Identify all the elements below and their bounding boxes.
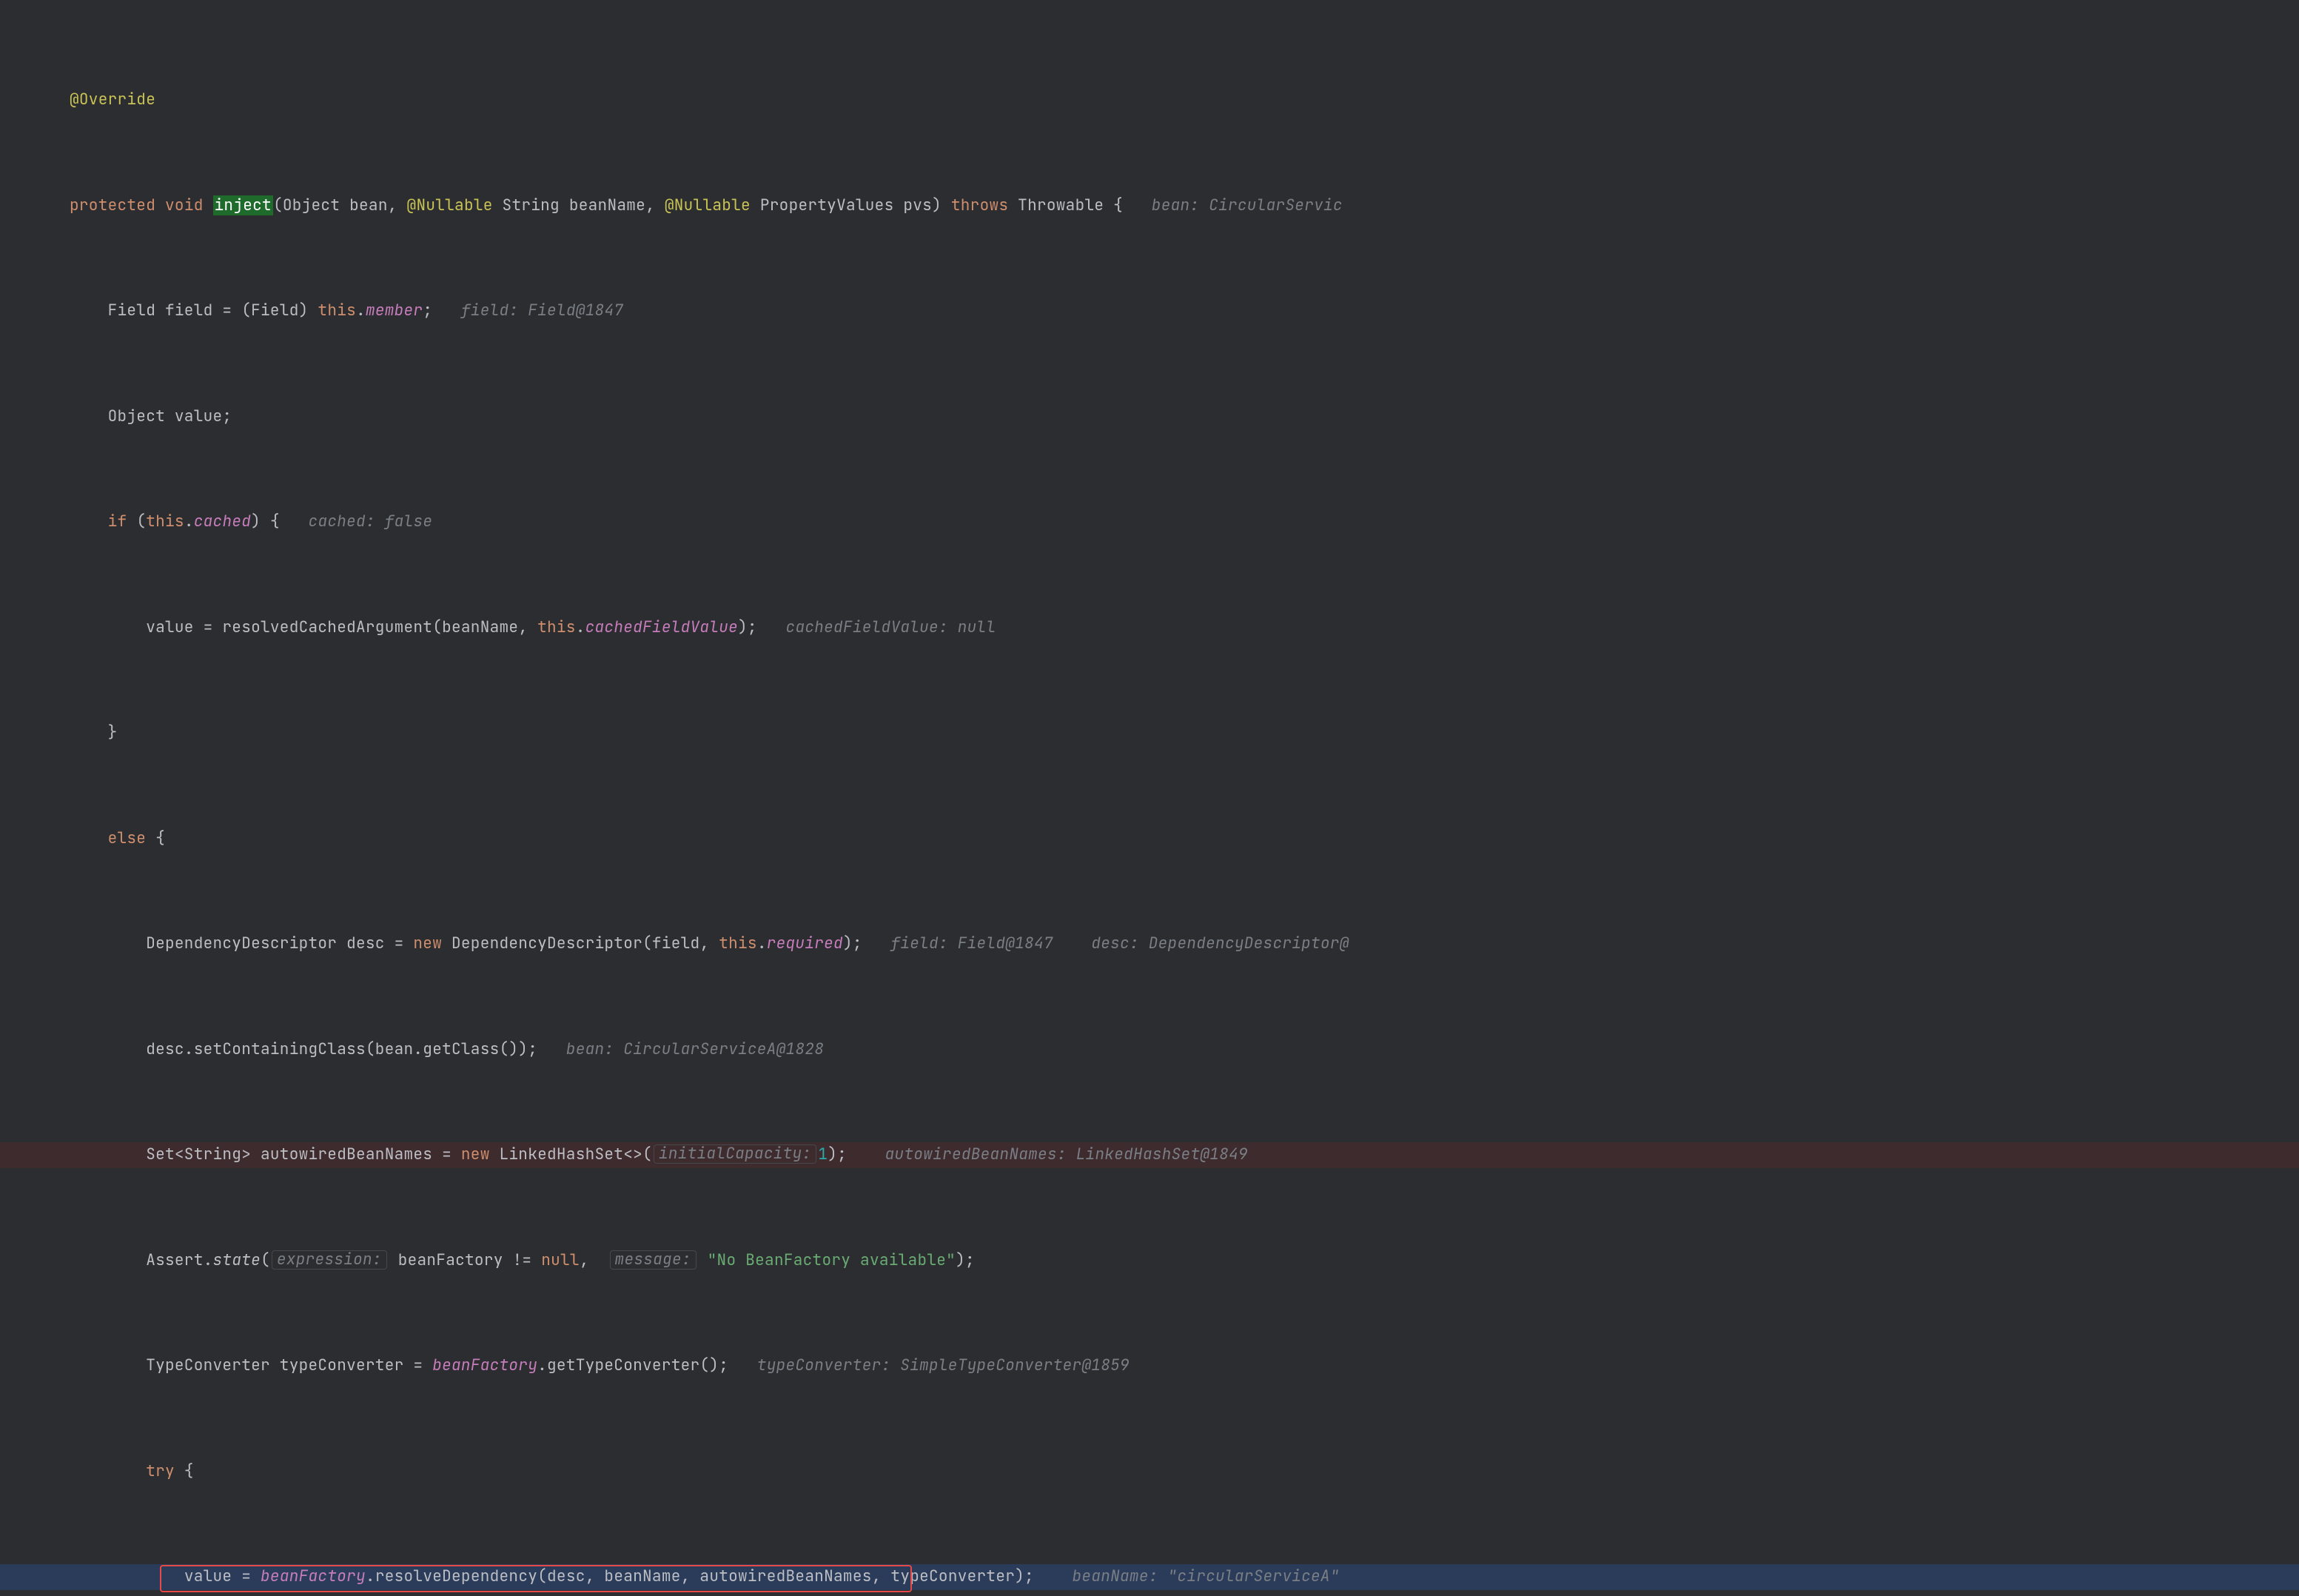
parameter-hint: initialCapacity: [654,1144,816,1164]
debug-inline-hint: bean: CircularServic [1123,195,1343,215]
debug-inline-hint: cached: false [280,512,432,532]
code-line[interactable]: try { [0,1459,2299,1485]
code-text: TypeConverter typeConverter = [146,1355,432,1375]
string-literal: "No BeanFactory available" [708,1250,956,1270]
parameter-hint: expression: [272,1250,387,1270]
code-text: value = resolvedCachedArgument(beanName, [146,617,537,637]
keyword-this: this [146,512,184,532]
code-line[interactable]: } [0,720,2299,746]
parameter-hint: message: [610,1250,697,1270]
keyword-void: void [165,195,204,215]
keyword-if: if [108,512,127,532]
code-line[interactable]: else { [0,826,2299,852]
debug-inline-hint: field: Field@1847 [432,301,623,321]
code-text: ) { [251,512,280,532]
code-line[interactable]: DependencyDescriptor desc = new Dependen… [0,931,2299,957]
code-text: Field field = (Field) [108,301,318,321]
code-text: LinkedHashSet<>( [490,1144,652,1164]
code-text: .getTypeConverter(); [537,1355,728,1375]
field-member: member [366,301,423,321]
code-text: , [580,1250,608,1270]
brace: } [108,722,118,742]
number-literal: 1 [818,1144,828,1164]
code-text: Set<String> autowiredBeanNames = [146,1144,461,1164]
method-name-highlight: inject [213,195,273,215]
field-required: required [767,933,843,953]
code-text: { [175,1461,194,1481]
annotation-nullable: @Nullable [407,195,493,215]
code-text: ); [738,617,757,637]
keyword-new: new [461,1144,490,1164]
field-cached: cached [194,512,251,532]
keyword-else: else [108,828,147,848]
debug-inline-hint: beanName: "circularServiceA" [1034,1566,1340,1586]
keyword-this: this [318,301,356,321]
code-text: ( [127,512,146,532]
code-line[interactable]: TypeConverter typeConverter = beanFactor… [0,1353,2299,1379]
code-text: ); [828,1144,847,1164]
code-line[interactable]: desc.setContainingClass(bean.getClass())… [0,1037,2299,1063]
debug-inline-hint: typeConverter: SimpleTypeConverter@1859 [728,1355,1130,1375]
keyword-new: new [413,933,442,953]
code-line-modified[interactable]: Set<String> autowiredBeanNames = new Lin… [0,1142,2299,1168]
code-text: ); [843,933,862,953]
signature-part: String beanName, [493,195,665,215]
code-line[interactable]: Assert.state(expression: beanFactory != … [0,1248,2299,1274]
dot: . [356,301,366,321]
annotation-nullable: @Nullable [665,195,751,215]
dot: . [576,617,585,637]
code-text: DependencyDescriptor desc = [146,933,413,953]
keyword-throws: throws [951,195,1008,215]
code-text: beanFactory != [389,1250,541,1270]
annotation: @Override [70,90,155,110]
code-line[interactable]: Object value; [0,404,2299,430]
keyword-try: try [146,1461,175,1481]
code-text: Object value; [108,406,232,426]
debug-inline-hint: field: Field@1847 desc: DependencyDescri… [862,933,1349,953]
static-method: state [213,1250,261,1270]
field-beanFactory: beanFactory [432,1355,537,1375]
keyword-protected: protected [70,195,155,215]
code-text: .resolveDependency(desc, beanName, autow… [366,1566,1034,1586]
code-text: DependencyDescriptor(field, [442,933,719,953]
code-text: ); [956,1250,975,1270]
code-line[interactable]: if (this.cached) { cached: false [0,509,2299,535]
code-text: ( [261,1250,270,1270]
field-beanFactory: beanFactory [261,1566,366,1586]
dot: . [757,933,767,953]
keyword-null: null [541,1250,580,1270]
code-line-execution-point[interactable]: value = beanFactory.resolveDependency(de… [0,1564,2299,1590]
semicolon: ; [423,301,432,321]
debug-inline-hint: cachedFieldValue: null [757,617,996,637]
dot: . [184,512,194,532]
debug-inline-hint: bean: CircularServiceA@1828 [537,1039,824,1059]
code-text: { [146,828,165,848]
keyword-this: this [537,617,576,637]
code-line[interactable]: protected void inject(Object bean, @Null… [0,193,2299,219]
keyword-this: this [719,933,757,953]
field-cachedFieldValue: cachedFieldValue [585,617,738,637]
code-line[interactable]: @Override [0,87,2299,113]
code-text: Assert. [146,1250,212,1270]
code-text: value = [184,1566,261,1586]
signature-part: PropertyValues pvs) [751,195,951,215]
signature-part: Throwable { [1008,195,1123,215]
code-editor[interactable]: @Override protected void inject(Object b… [0,0,2299,1596]
code-line[interactable]: Field field = (Field) this.member; field… [0,298,2299,324]
debug-inline-hint: autowiredBeanNames: LinkedHashSet@1849 [847,1144,1248,1164]
signature-part: (Object bean, [273,195,407,215]
code-line[interactable]: value = resolvedCachedArgument(beanName,… [0,615,2299,641]
code-text: desc.setContainingClass(bean.getClass())… [146,1039,537,1059]
